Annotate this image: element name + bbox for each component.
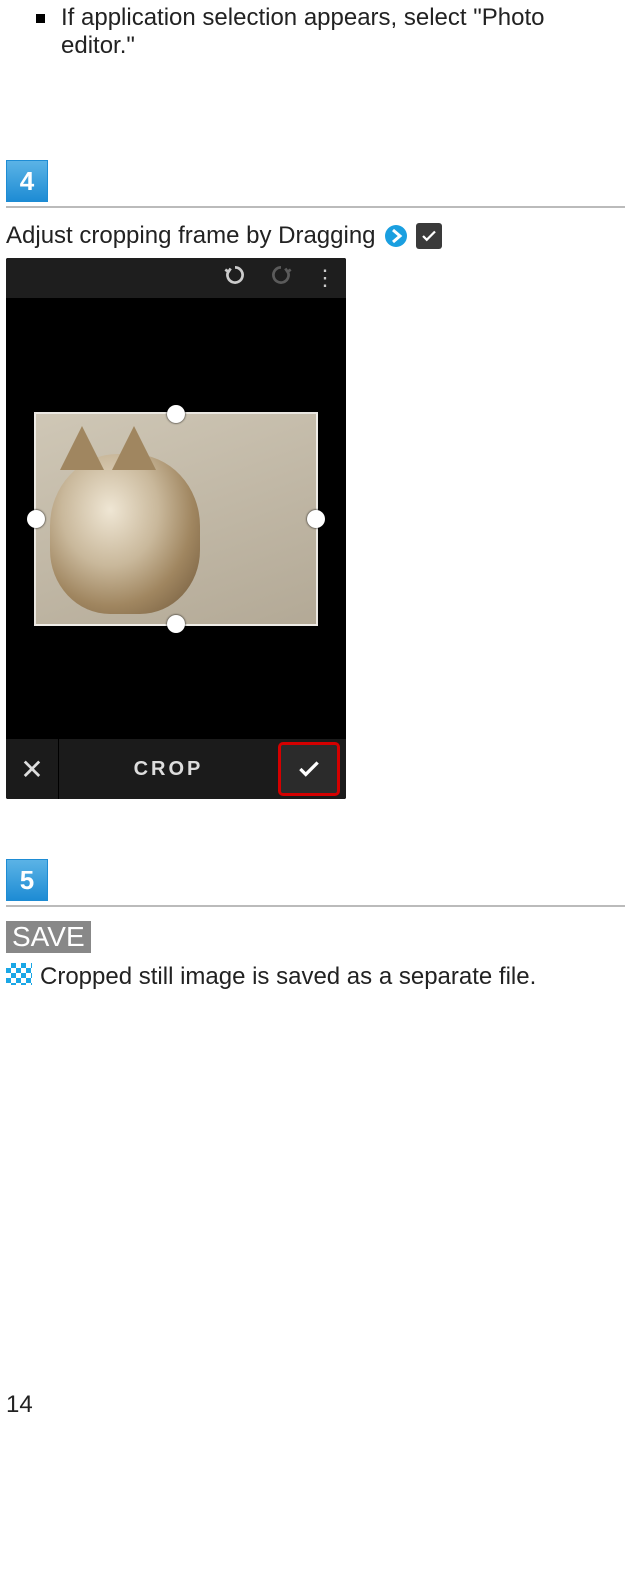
result-line: Cropped still image is saved as a separa… bbox=[6, 963, 625, 991]
bullet-icon bbox=[36, 14, 45, 23]
step-4-title: Adjust cropping frame by Dragging bbox=[6, 222, 376, 250]
step-4-title-line: Adjust cropping frame by Dragging bbox=[6, 222, 625, 250]
check-icon bbox=[416, 223, 442, 249]
step-5: 5 SAVE Cropped still image is saved as a… bbox=[6, 859, 625, 991]
crop-label: CROP bbox=[59, 758, 278, 781]
phone-toolbar: ⋮ bbox=[6, 258, 346, 299]
phone-canvas[interactable] bbox=[6, 299, 346, 739]
step-number: 4 bbox=[20, 166, 34, 197]
step-5-body: SAVE Cropped still image is saved as a s… bbox=[6, 921, 625, 991]
step-divider bbox=[6, 905, 625, 907]
crop-handle-right[interactable] bbox=[307, 510, 325, 528]
cancel-button[interactable]: ✕ bbox=[6, 739, 59, 799]
undo-icon[interactable] bbox=[222, 262, 248, 294]
crop-handle-top[interactable] bbox=[167, 405, 185, 423]
step-4: 4 Adjust cropping frame by Dragging ⋮ bbox=[6, 160, 625, 799]
step-number: 5 bbox=[20, 865, 34, 896]
redo-icon[interactable] bbox=[268, 262, 294, 294]
step-number-badge: 4 bbox=[6, 160, 48, 202]
note-text: If application selection appears, select… bbox=[61, 4, 625, 60]
finish-flag-icon bbox=[6, 963, 32, 985]
more-icon[interactable]: ⋮ bbox=[314, 265, 336, 291]
step-number-badge: 5 bbox=[6, 859, 48, 901]
crop-handle-bottom[interactable] bbox=[167, 615, 185, 633]
note-bullet: If application selection appears, select… bbox=[6, 0, 625, 100]
crop-frame[interactable] bbox=[34, 412, 318, 626]
arrow-right-icon bbox=[384, 224, 408, 248]
save-button-label[interactable]: SAVE bbox=[6, 921, 91, 953]
result-text: Cropped still image is saved as a separa… bbox=[40, 963, 536, 991]
step-divider bbox=[6, 206, 625, 208]
page-number: 14 bbox=[6, 1391, 625, 1419]
crop-handle-left[interactable] bbox=[27, 510, 45, 528]
confirm-crop-button[interactable] bbox=[278, 742, 340, 796]
phone-bottom-bar: ✕ CROP bbox=[6, 739, 346, 799]
phone-screenshot: ⋮ ✕ CROP bbox=[6, 258, 346, 799]
photo-content bbox=[50, 454, 200, 614]
